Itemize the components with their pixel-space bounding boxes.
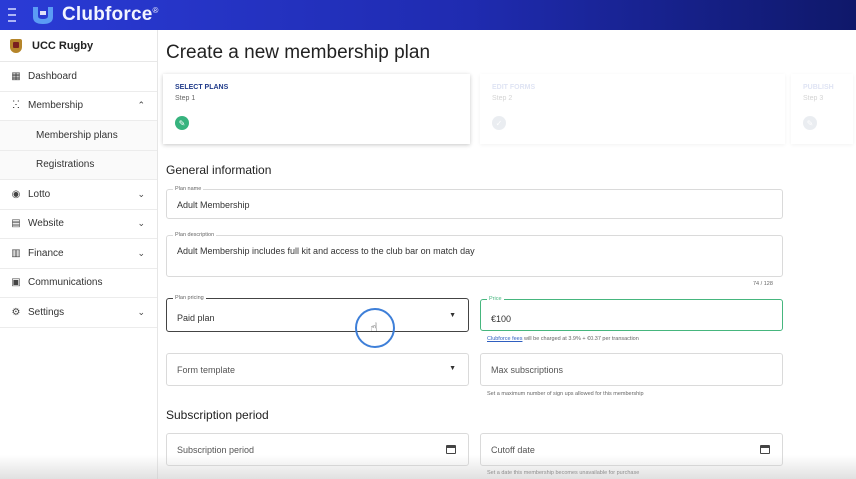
hand-cursor-icon: ☝ [370, 320, 378, 335]
chevron-down-icon: ⌄ [137, 188, 145, 199]
sidebar-item-label: Finance [28, 247, 64, 259]
sidebar-item-label: Website [28, 218, 64, 230]
club-header[interactable]: UCC Rugby [0, 30, 157, 62]
max-subscriptions-input[interactable]: Max subscriptions [480, 353, 783, 386]
chevron-down-icon: ⌄ [137, 218, 145, 229]
dropdown-arrow-icon: ▼ [449, 365, 456, 372]
price-input[interactable]: Price €100 [480, 296, 783, 331]
step-number: Step 2 [492, 95, 513, 102]
max-subscriptions-placeholder: Max subscriptions [491, 365, 564, 375]
finance-icon: ▥ [11, 247, 21, 259]
cutoff-date-input[interactable]: Cutoff date [480, 433, 783, 466]
plan-description-value: Adult Membership includes full kit and a… [177, 246, 475, 256]
dropdown-arrow-icon: ▼ [449, 312, 456, 319]
step-edit-forms[interactable]: EDIT FORMS Step 2 ✓ [480, 74, 785, 144]
plan-name-value: Adult Membership [177, 200, 250, 210]
pencil-icon: ✎ [175, 116, 189, 130]
sidebar-item-label: Communications [28, 277, 103, 289]
form-template-select[interactable]: Form template ▼ [166, 353, 469, 386]
plan-description-field[interactable]: Plan description Adult Membership includ… [166, 232, 783, 277]
sidebar-item-finance[interactable]: ▥ Finance ⌄ [0, 239, 157, 269]
sidebar-item-label: Lotto [28, 188, 51, 200]
pencil-icon: ✎ [803, 116, 817, 130]
calendar-icon[interactable] [446, 445, 456, 454]
cutoff-date-hint: Set a date this membership becomes unava… [487, 470, 640, 476]
step-select-plans[interactable]: SELECT PLANS Step 1 ✎ [163, 74, 470, 144]
sidebar-item-label: Membership plans [36, 129, 118, 141]
sidebar-item-membership-plans[interactable]: Membership plans [0, 121, 157, 151]
step-title: SELECT PLANS [175, 84, 229, 91]
chevron-down-icon: ⌄ [137, 306, 145, 317]
brand-name: Clubforce [62, 4, 153, 25]
cutoff-date-placeholder: Cutoff date [491, 445, 535, 455]
sidebar-item-label: Dashboard [28, 70, 77, 82]
communications-icon: ▣ [11, 277, 21, 289]
field-label: Plan pricing [173, 295, 206, 301]
club-name: UCC Rugby [32, 39, 94, 52]
field-label: Plan name [173, 186, 204, 192]
clubforce-logo-icon [33, 7, 53, 24]
grid-icon: ▦ [11, 70, 21, 82]
sidebar-item-registrations[interactable]: Registrations [0, 150, 157, 180]
step-number: Step 1 [175, 95, 196, 102]
chevron-down-icon: ⌄ [137, 247, 145, 258]
sidebar-item-communications[interactable]: ▣ Communications [0, 269, 157, 298]
sidebar-item-dashboard[interactable]: ▦ Dashboard [0, 62, 157, 92]
top-bar: Clubforce ® [0, 0, 856, 30]
form-template-placeholder: Form template [177, 365, 236, 375]
plan-name-field[interactable]: Plan name Adult Membership [166, 186, 783, 219]
step-number: Step 3 [803, 95, 824, 102]
step-publish[interactable]: PUBLISH Step 3 ✎ [791, 74, 853, 144]
website-icon: ▤ [11, 218, 21, 230]
plan-pricing-select[interactable]: Plan pricing Paid plan ▼ [166, 295, 469, 332]
main-content: Create a new membership plan SELECT PLAN… [158, 30, 856, 479]
check-icon: ✓ [492, 116, 506, 130]
sidebar-item-settings[interactable]: ⚙ Settings ⌄ [0, 298, 157, 328]
price-value: €100 [491, 314, 512, 324]
chevron-up-icon: ⌃ [137, 100, 145, 111]
field-label: Plan description [173, 232, 217, 238]
character-counter: 74 / 128 [753, 281, 773, 287]
step-title: PUBLISH [803, 84, 834, 91]
sidebar-item-membership[interactable]: ⵘ Membership ⌃ [0, 92, 157, 121]
menu-icon[interactable] [8, 8, 26, 22]
clubforce-fees-link[interactable]: Clubforce fees [487, 336, 522, 342]
subscription-period-placeholder: Subscription period [177, 445, 255, 455]
subscription-period-heading: Subscription period [166, 408, 269, 422]
brand-logo[interactable]: Clubforce ® [30, 4, 158, 26]
max-subscriptions-hint: Set a maximum number of sign ups allowed… [487, 391, 644, 397]
club-crest-icon [10, 38, 22, 53]
sidebar-item-lotto[interactable]: ◉ Lotto ⌄ [0, 180, 157, 210]
settings-icon: ⚙ [11, 306, 21, 318]
sidebar-item-label: Settings [28, 306, 65, 318]
sidebar-item-label: Membership [28, 100, 84, 112]
fee-hint-text: will be charged at 3.9% + €0.37 per tran… [522, 336, 639, 342]
calendar-icon[interactable] [760, 445, 770, 454]
price-fee-hint: Clubforce fees will be charged at 3.9% +… [487, 336, 639, 342]
people-icon: ⵘ [12, 100, 20, 112]
field-label: Price [487, 296, 504, 302]
plan-pricing-value: Paid plan [177, 313, 215, 323]
sidebar-item-label: Registrations [36, 159, 95, 171]
sidebar-item-website[interactable]: ▤ Website ⌄ [0, 210, 157, 239]
general-information-heading: General information [166, 163, 272, 177]
lotto-icon: ◉ [11, 188, 21, 200]
page-title: Create a new membership plan [166, 42, 431, 63]
sidebar: UCC Rugby ▦ Dashboard ⵘ Membership ⌃ Mem… [0, 30, 158, 479]
step-title: EDIT FORMS [492, 84, 536, 91]
brand-registered-mark: ® [152, 5, 159, 15]
subscription-period-input[interactable]: Subscription period [166, 433, 469, 466]
